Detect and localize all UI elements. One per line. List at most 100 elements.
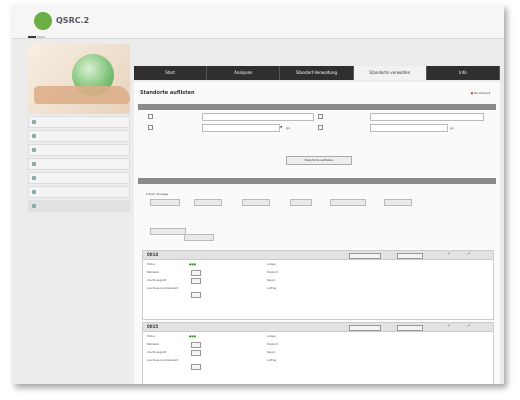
card-action-button-1[interactable]	[349, 325, 381, 331]
header-bar: QSRC.2	[12, 4, 504, 39]
card-label: Region	[267, 351, 276, 354]
hero-image	[28, 44, 130, 114]
hands-image	[34, 86, 130, 104]
filter-pill-2[interactable]	[194, 199, 222, 206]
card-header: 0014 ✓ ✓	[143, 251, 493, 260]
sidebar-item-3[interactable]	[28, 144, 130, 156]
nav-start[interactable]: Start	[134, 66, 208, 80]
sidebar-item-5[interactable]	[28, 172, 130, 184]
filter-field-4[interactable]	[370, 124, 448, 132]
card-action-button-1[interactable]	[349, 253, 381, 259]
export-link[interactable]: ● Ex-/Import	[471, 91, 490, 95]
location-id: 0015	[147, 324, 159, 329]
card-label: Standort	[267, 343, 278, 346]
tab-1[interactable]	[150, 228, 186, 235]
check-icon[interactable]: ✓	[447, 251, 451, 257]
card-label: Auftrag	[267, 359, 277, 362]
main-content: Standorte auflisten ● Ex-/Import ▼ go go…	[134, 82, 500, 384]
card-label: Anschluss-Anschlusswert	[147, 359, 179, 362]
location-card-1: 0014 ✓ ✓ Status ■■■ Betrieben Anschlussg…	[142, 250, 494, 320]
card-label: Standort	[267, 271, 278, 274]
bullet-icon	[32, 148, 36, 152]
check-icon[interactable]: ✓	[467, 323, 471, 329]
card-label: Status	[147, 335, 155, 338]
sidebar-item-2[interactable]	[28, 130, 130, 142]
bullet-icon	[32, 162, 36, 166]
location-card-2: 0015 ✓ ✓ Status ■■■ Betrieben Anschlussg…	[142, 322, 494, 384]
filter-select[interactable]	[202, 124, 280, 132]
select-arrow-icon[interactable]: ▼	[280, 125, 282, 129]
card-label: Anschlussgerät	[147, 351, 167, 354]
checkbox-icon[interactable]	[318, 125, 323, 130]
export-icon: ●	[470, 91, 474, 95]
filter-field-3[interactable]	[370, 113, 484, 121]
card-label: Anlage	[267, 335, 276, 338]
filter-pill-6[interactable]	[384, 199, 412, 206]
bullet-icon	[32, 134, 36, 138]
card-label: Betrieben	[147, 271, 160, 274]
filter-pill-1[interactable]	[150, 199, 180, 206]
location-id: 0014	[147, 252, 159, 257]
edit-box[interactable]	[191, 364, 201, 370]
export-label: Ex-/Import	[474, 91, 490, 95]
edit-box[interactable]	[191, 292, 201, 298]
card-label: Status	[147, 263, 155, 266]
card-label: Betrieben	[147, 343, 160, 346]
top-tab-2[interactable]	[37, 36, 46, 38]
edit-box[interactable]	[191, 278, 201, 284]
go-button-2[interactable]: go	[450, 126, 454, 130]
filter-pill-3[interactable]	[242, 199, 270, 206]
main-nav: Start Analysen Standort-Verwaltung Stand…	[134, 66, 501, 80]
check-icon[interactable]: ✓	[447, 323, 451, 329]
bullet-icon	[32, 176, 36, 180]
card-label: Anschluss-Anschlusswert	[147, 287, 179, 290]
tab-2[interactable]	[184, 234, 214, 241]
filter-label-2	[148, 125, 155, 130]
filter-field-1[interactable]	[202, 113, 314, 121]
sidebar	[28, 116, 130, 214]
results-section-bar	[138, 178, 496, 184]
card-label: Region	[267, 279, 276, 282]
bullet-icon	[32, 204, 36, 208]
nav-analysen[interactable]: Analysen	[207, 66, 281, 80]
filter-toggle[interactable]: ▾ Zum Anzeige	[146, 192, 168, 196]
filter-toggle-label: Zum Anzeige	[148, 192, 169, 196]
check-icon[interactable]: ✓	[467, 251, 471, 257]
nav-info[interactable]: Info	[427, 66, 501, 80]
filter-label-4	[318, 125, 325, 130]
nav-standorte-verwalten[interactable]: Standorte verwalten	[353, 66, 427, 80]
sidebar-item-1[interactable]	[28, 116, 130, 128]
bullet-icon	[32, 190, 36, 194]
status-value: ■■■	[189, 263, 197, 266]
status-value: ■■■	[189, 335, 197, 338]
card-action-button-2[interactable]	[397, 253, 423, 259]
filter-section-bar	[138, 104, 496, 110]
nav-standort-verwaltung[interactable]: Standort-Verwaltung	[280, 66, 354, 80]
checkbox-icon[interactable]	[148, 114, 153, 119]
bullet-icon	[32, 120, 36, 124]
card-label: Auftrag	[267, 287, 277, 290]
edit-box[interactable]	[191, 350, 201, 356]
card-label: Anlage	[267, 263, 276, 266]
card-action-button-2[interactable]	[397, 325, 423, 331]
sidebar-item-6[interactable]	[28, 186, 130, 198]
top-tabs	[28, 34, 46, 42]
sidebar-item-4[interactable]	[28, 158, 130, 170]
filter-label-1	[148, 114, 155, 119]
globe-logo-icon	[34, 12, 52, 30]
edit-box[interactable]	[191, 270, 201, 276]
filter-label-3	[318, 114, 325, 119]
card-label: Anschlussgerät	[147, 279, 167, 282]
top-tab-1[interactable]	[28, 36, 36, 38]
sidebar-item-7[interactable]	[28, 200, 130, 212]
card-header: 0015 ✓ ✓	[143, 323, 493, 332]
filter-pill-5[interactable]	[330, 199, 366, 206]
checkbox-icon[interactable]	[318, 114, 323, 119]
page-title: Standorte auflisten	[140, 90, 195, 96]
go-button-1[interactable]: go	[286, 126, 290, 130]
edit-box[interactable]	[191, 342, 201, 348]
list-locations-button[interactable]: Standorte auflisten	[286, 156, 352, 165]
checkbox-icon[interactable]	[148, 125, 153, 130]
browser-window: QSRC.2 Start Analysen Standort-Verwaltun…	[12, 4, 504, 384]
filter-pill-4[interactable]	[290, 199, 312, 206]
